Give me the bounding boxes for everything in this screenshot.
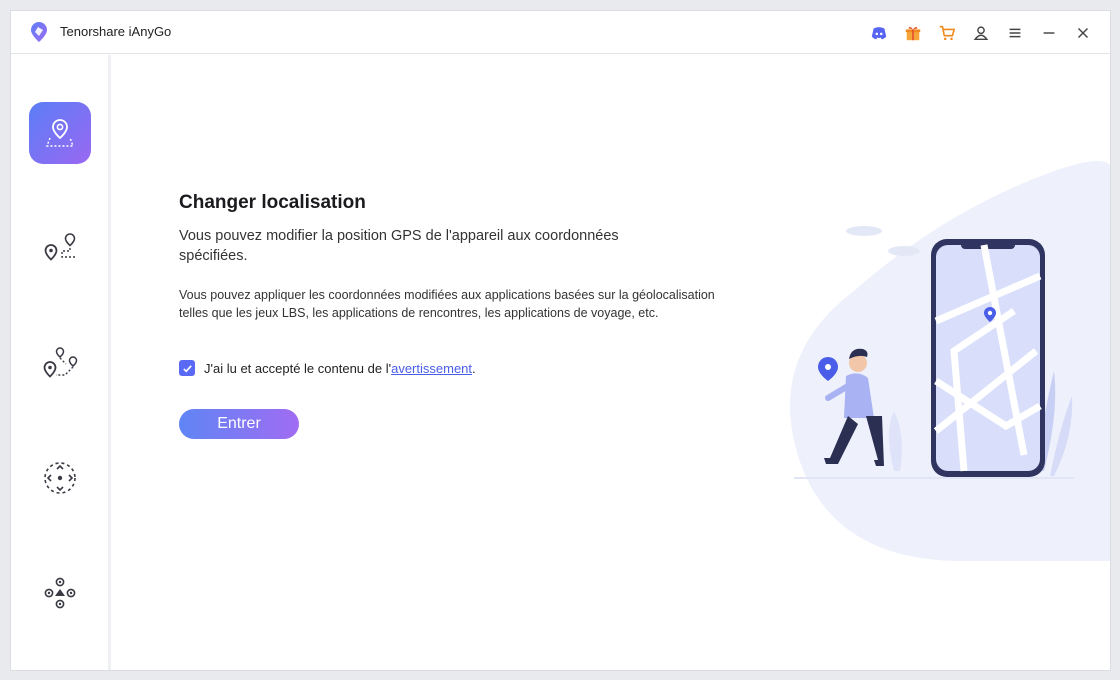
page-title: Changer localisation — [179, 192, 366, 213]
gift-icon — [905, 26, 921, 41]
sidebar-item-change-location[interactable] — [29, 102, 91, 164]
main-content: Changer localisation Vous pouvez modifie… — [114, 55, 1110, 670]
user-icon — [973, 26, 989, 41]
close-icon — [1077, 27, 1089, 39]
sidebar — [11, 55, 111, 670]
phone-map-illustration — [790, 161, 1110, 561]
discord-button[interactable] — [866, 20, 892, 46]
sidebar-item-multi-spot[interactable] — [29, 332, 91, 394]
app-logo-icon — [31, 22, 47, 42]
change-location-icon — [45, 119, 75, 147]
menu-icon — [1009, 28, 1021, 38]
app-window: Tenorshare iAnyGo Changer localisation V… — [10, 10, 1111, 671]
checkmark-icon — [182, 364, 192, 373]
cart-button[interactable] — [934, 20, 960, 46]
agreement-checkbox[interactable] — [179, 360, 195, 376]
agreement-row: J'ai lu et accepté le contenu de l' avert… — [179, 360, 476, 376]
app-title: Tenorshare iAnyGo — [60, 24, 172, 39]
gamepad-icon — [44, 577, 76, 609]
menu-button[interactable] — [1002, 20, 1028, 46]
usage-note: Vous pouvez appliquer les coordonnées mo… — [179, 288, 715, 320]
gift-button[interactable] — [900, 20, 926, 46]
discord-icon — [871, 27, 887, 40]
sidebar-item-single-spot[interactable] — [29, 217, 91, 279]
account-button[interactable] — [968, 20, 994, 46]
page-description: Vous pouvez modifier la position GPS de … — [179, 228, 619, 264]
minimize-button[interactable] — [1036, 20, 1062, 46]
multi-spot-route-icon — [43, 347, 78, 378]
minimize-icon — [1043, 32, 1055, 34]
sidebar-item-gamepad[interactable] — [29, 562, 91, 624]
agreement-text: J'ai lu et accepté le contenu de l' — [204, 360, 392, 376]
agreement-text-end: . — [472, 360, 476, 376]
single-spot-route-icon — [44, 233, 76, 261]
close-button[interactable] — [1070, 20, 1096, 46]
cart-icon — [939, 25, 956, 41]
joystick-icon — [44, 462, 76, 494]
warning-link[interactable]: avertissement — [391, 361, 472, 376]
title-bar: Tenorshare iAnyGo — [11, 11, 1110, 54]
enter-button[interactable]: Entrer — [179, 409, 299, 439]
sidebar-item-joystick[interactable] — [29, 447, 91, 509]
title-bar-actions — [866, 20, 1096, 46]
